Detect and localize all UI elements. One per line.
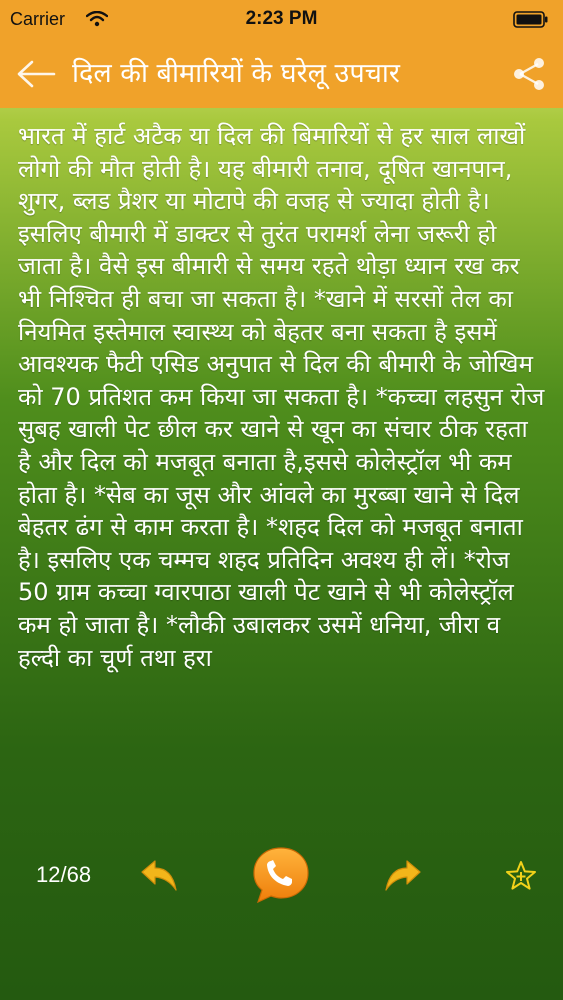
curved-arrow-left-icon — [141, 860, 177, 891]
page-title: दिल की बीमारियों के घरेलू उपचार — [72, 58, 400, 89]
star-plus-icon — [506, 861, 536, 890]
battery-icon — [513, 11, 548, 28]
status-time: 2:23 PM — [245, 8, 318, 29]
article-body: भारत में हार्ट अटैक या दिल की बिमारियों … — [18, 122, 545, 672]
back-button[interactable] — [14, 56, 58, 92]
page-counter: 12/68 — [36, 862, 92, 887]
share-button[interactable] — [511, 56, 547, 92]
arrow-left-icon — [17, 60, 56, 88]
status-bar: Carrier 2:23 PM — [0, 0, 563, 40]
curved-arrow-right-icon — [385, 860, 421, 891]
phone-chat-icon — [253, 847, 309, 904]
next-button[interactable] — [380, 856, 424, 896]
share-icon — [514, 58, 544, 90]
previous-button[interactable] — [138, 856, 182, 896]
add-favorite-button[interactable] — [505, 860, 537, 892]
navigation-bar: दिल की बीमारियों के घरेलू उपचार — [0, 40, 563, 108]
call-button[interactable] — [250, 844, 312, 906]
